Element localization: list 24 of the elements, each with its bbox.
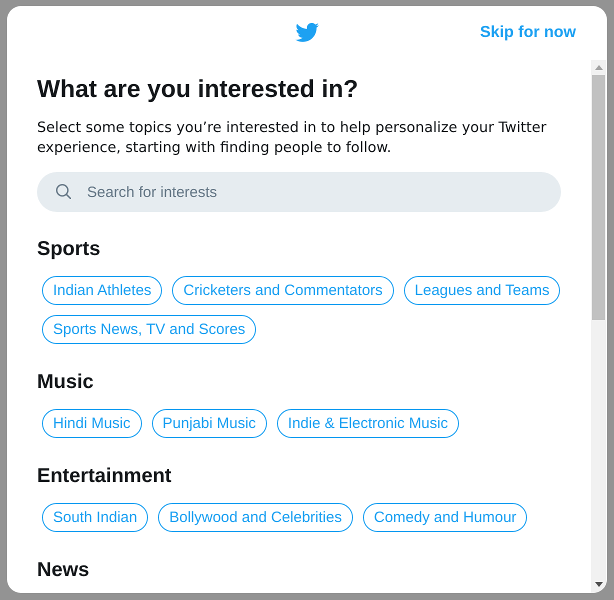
topic-chip[interactable]: Bollywood and Celebrities [158,503,353,532]
skip-link[interactable]: Skip for now [480,24,576,42]
scrollbar-thumb[interactable] [592,75,605,320]
description-text: Select some topics you’re interested in to help personalize your Twitter experience, starting with finding people to follow. [37,119,548,158]
search-field[interactable]: Search for interests [37,172,561,212]
topic-chip[interactable]: Sports News, TV and Scores [42,315,256,344]
topic-chip[interactable]: Cricketers and Commentators [172,276,394,305]
topic-chip[interactable]: Comedy and Humour [362,503,528,532]
page-title: What are you interested in? [37,76,360,104]
section-heading: Sports [37,237,102,261]
topic-chip[interactable]: Punjabi Music [152,409,267,438]
topic-chip[interactable]: Indie & Electronic Music [276,409,459,438]
scroll-down-icon[interactable] [594,582,602,587]
scrollbar[interactable] [591,60,606,593]
topic-chip[interactable]: Leagues and Teams [404,276,560,305]
section-heading: Entertainment [37,464,172,488]
search-icon [56,184,71,199]
bird-icon [295,22,319,42]
section-heading: Music [37,370,95,394]
topic-chip[interactable]: Hindi Music [42,409,142,438]
scroll-up-icon[interactable] [594,65,602,70]
section-heading: News [37,558,90,582]
topic-chip[interactable]: South Indian [42,503,148,532]
topic-chip[interactable]: Indian Athletes [42,276,162,305]
